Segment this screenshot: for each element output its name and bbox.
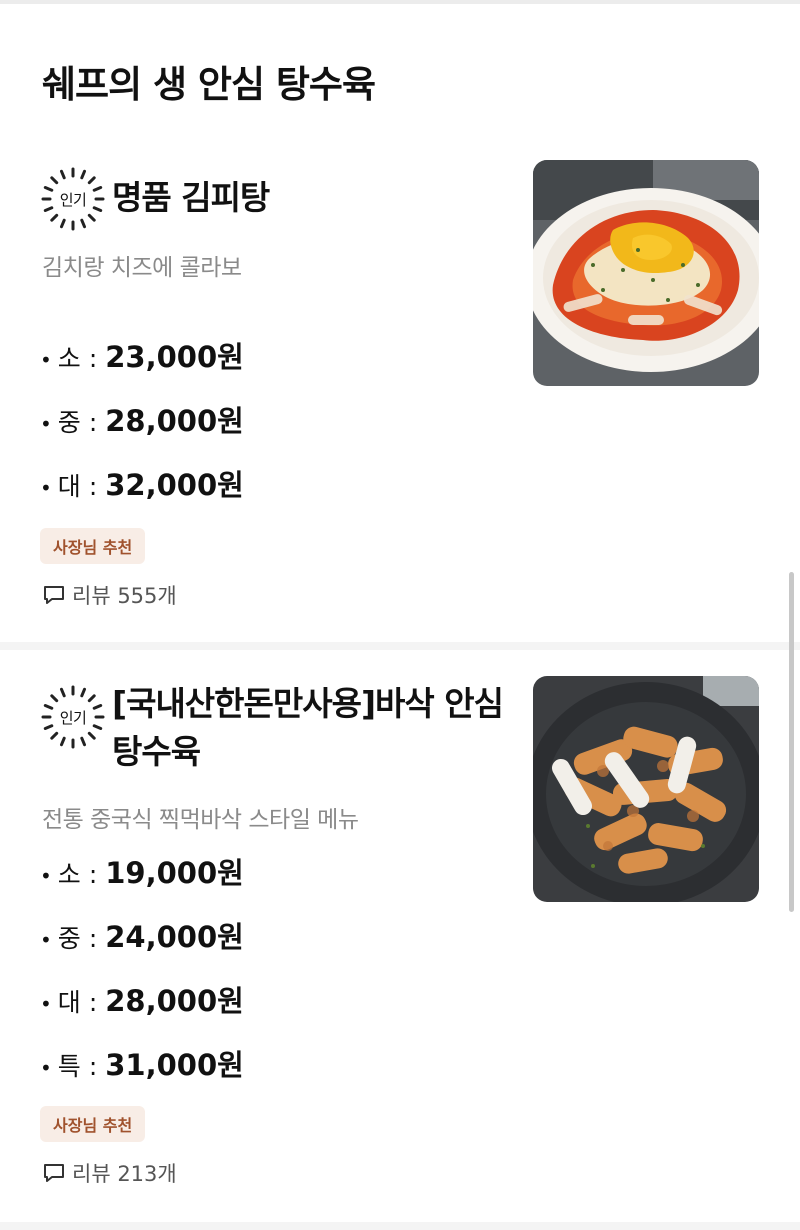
item-description: 김치랑 치즈에 콜라보 [42, 255, 242, 281]
bullet: • [40, 864, 52, 888]
food-photo-image [533, 160, 759, 386]
price-row-small: • 소 : 23,000원 [40, 334, 244, 376]
popular-badge: 인기 [40, 684, 106, 750]
speech-bubble-icon [44, 1164, 64, 1182]
review-count[interactable]: 리뷰 213개 [42, 1158, 177, 1188]
top-divider [0, 0, 800, 4]
food-photo-image [533, 676, 759, 902]
badge-label: 인기 [59, 708, 87, 727]
menu-item-kimpitang[interactable]: 인기 명품 김피탕 김치랑 치즈에 콜라보 • 소 : 23,000원 • 중 … [0, 150, 800, 642]
colon: : [88, 924, 98, 953]
price-value: 32,000원 [105, 468, 244, 502]
size-label: 대 [57, 472, 81, 501]
colon: : [88, 988, 98, 1017]
owner-recommend-tag: 사장님 추천 [40, 528, 146, 564]
item-description: 전통 중국식 찍먹바삭 스타일 메뉴 [42, 807, 359, 833]
menu-item-tangsuyuk[interactable]: 인기 [국내산한돈만사용]바삭 안심탕수육 전통 중국식 찍먹바삭 스타일 메뉴… [0, 652, 800, 1218]
item-name[interactable]: 명품 김피탕 [112, 174, 270, 222]
size-label: 특 [57, 1052, 81, 1081]
size-label: 소 [57, 344, 81, 373]
price-value: 28,000원 [105, 984, 244, 1018]
popular-badge: 인기 [40, 166, 106, 232]
menu-photo[interactable] [533, 676, 759, 902]
colon: : [88, 408, 98, 437]
review-label: 리뷰 213개 [72, 1162, 177, 1186]
bullet: • [40, 992, 52, 1016]
size-label: 중 [57, 924, 81, 953]
item-title-row: 인기 [국내산한돈만사용]바삭 안심탕수육 [40, 684, 510, 776]
colon: : [88, 1052, 98, 1081]
review-label: 리뷰 555개 [72, 584, 177, 608]
review-count[interactable]: 리뷰 555개 [42, 580, 177, 610]
price-row-small: • 소 : 19,000원 [40, 850, 244, 892]
colon: : [88, 344, 98, 373]
price-row-large: • 대 : 28,000원 [40, 978, 244, 1020]
price-value: 24,000원 [105, 920, 244, 954]
speech-bubble-icon [44, 586, 64, 604]
menu-photo[interactable] [533, 160, 759, 386]
price-row-large: • 대 : 32,000원 [40, 462, 244, 504]
price-value: 28,000원 [105, 404, 244, 438]
size-label: 대 [57, 988, 81, 1017]
item-name[interactable]: [국내산한돈만사용]바삭 안심탕수육 [112, 680, 510, 776]
bullet: • [40, 1056, 52, 1080]
owner-recommend-tag: 사장님 추천 [40, 1106, 146, 1142]
item-divider [0, 642, 800, 650]
scrollbar[interactable] [789, 572, 794, 912]
item-divider [0, 1222, 800, 1230]
price-row-medium: • 중 : 28,000원 [40, 398, 244, 440]
price-value: 19,000원 [105, 856, 244, 890]
size-label: 중 [57, 408, 81, 437]
price-value: 31,000원 [105, 1048, 244, 1082]
size-label: 소 [57, 860, 81, 889]
colon: : [88, 860, 98, 889]
item-title-row: 인기 명품 김피탕 [40, 166, 270, 232]
section-title: 쉐프의 생 안심 탕수육 [42, 63, 376, 106]
badge-label: 인기 [59, 190, 87, 209]
price-value: 23,000원 [105, 340, 244, 374]
bullet: • [40, 348, 52, 372]
colon: : [88, 472, 98, 501]
price-row-medium: • 중 : 24,000원 [40, 914, 244, 956]
bullet: • [40, 412, 52, 436]
price-row-special: • 특 : 31,000원 [40, 1042, 244, 1084]
bullet: • [40, 928, 52, 952]
bullet: • [40, 476, 52, 500]
